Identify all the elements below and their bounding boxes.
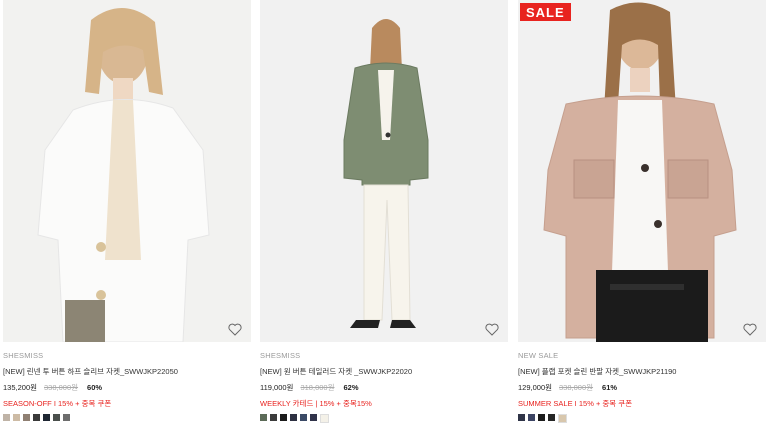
color-swatch[interactable] (548, 414, 555, 421)
product-card[interactable]: SALE NEW SALE [NEW] 플랩 포켓 슬린 반팔 자켓_SWWJK… (518, 0, 766, 423)
original-price: 338,000원 (44, 383, 79, 392)
color-swatch[interactable] (310, 414, 317, 421)
original-price: 338,000원 (559, 383, 594, 392)
product-name[interactable]: [NEW] 원 버튼 테일러드 자켓 _SWWJKP22020 (260, 366, 508, 377)
promo-text: SUMMER SALE I 15% + 중복 쿠폰 (518, 399, 633, 408)
color-swatch[interactable] (290, 414, 297, 421)
promo-text: SEASON-OFF I 15% + 중복 쿠폰 (3, 399, 112, 408)
color-swatch[interactable] (43, 414, 50, 421)
product-brand: NEW SALE (518, 351, 559, 360)
price-row: 135,200원 338,000원 60% (3, 382, 251, 393)
sale-price: 119,000원 (260, 383, 294, 392)
sale-price: 135,200원 (3, 383, 38, 392)
color-swatch[interactable] (13, 414, 20, 421)
discount-rate: 61% (602, 383, 618, 392)
color-swatches (3, 414, 251, 421)
color-swatch[interactable] (320, 414, 329, 423)
color-swatch[interactable] (538, 414, 545, 421)
sale-price: 129,000원 (518, 383, 553, 392)
product-brand: SHESMISS (3, 351, 44, 360)
product-image[interactable] (3, 0, 251, 342)
promo-text: WEEKLY 카테드 | 15% + 중복15% (260, 399, 372, 408)
color-swatch[interactable] (63, 414, 70, 421)
color-swatch[interactable] (3, 414, 10, 421)
original-price: 318,000원 (300, 383, 335, 392)
product-photo (260, 0, 508, 342)
color-swatch[interactable] (270, 414, 277, 421)
price-row: 119,000원 318,000원 62% (260, 382, 508, 393)
product-name[interactable]: [NEW] 플랩 포켓 슬린 반팔 자켓_SWWJKP21190 (518, 366, 766, 377)
color-swatch[interactable] (260, 414, 267, 421)
heart-icon[interactable] (485, 323, 499, 336)
product-card[interactable]: SHESMISS [NEW] 린넨 투 버튼 하프 슬리브 자켓_SWWJKP2… (3, 0, 251, 421)
color-swatch[interactable] (53, 414, 60, 421)
heart-icon[interactable] (743, 323, 757, 336)
color-swatch[interactable] (528, 414, 535, 421)
product-card[interactable]: SHESMISS [NEW] 원 버튼 테일러드 자켓 _SWWJKP22020… (260, 0, 508, 423)
product-image[interactable]: SALE (518, 0, 766, 342)
discount-rate: 62% (343, 383, 359, 392)
sale-badge: SALE (520, 3, 571, 21)
color-swatch[interactable] (280, 414, 287, 421)
color-swatch[interactable] (518, 414, 525, 421)
product-image[interactable] (260, 0, 508, 342)
heart-icon[interactable] (228, 323, 242, 336)
color-swatch[interactable] (558, 414, 567, 423)
product-brand: SHESMISS (260, 351, 301, 360)
product-grid: SHESMISS [NEW] 린넨 투 버튼 하프 슬리브 자켓_SWWJKP2… (0, 0, 768, 423)
color-swatch[interactable] (300, 414, 307, 421)
product-photo (3, 0, 251, 342)
color-swatch[interactable] (33, 414, 40, 421)
color-swatch[interactable] (23, 414, 30, 421)
product-photo (518, 0, 766, 342)
price-row: 129,000원 338,000원 61% (518, 382, 766, 393)
product-name[interactable]: [NEW] 린넨 투 버튼 하프 슬리브 자켓_SWWJKP22050 (3, 366, 251, 377)
discount-rate: 60% (87, 383, 103, 392)
color-swatches (260, 414, 508, 423)
color-swatches (518, 414, 766, 423)
